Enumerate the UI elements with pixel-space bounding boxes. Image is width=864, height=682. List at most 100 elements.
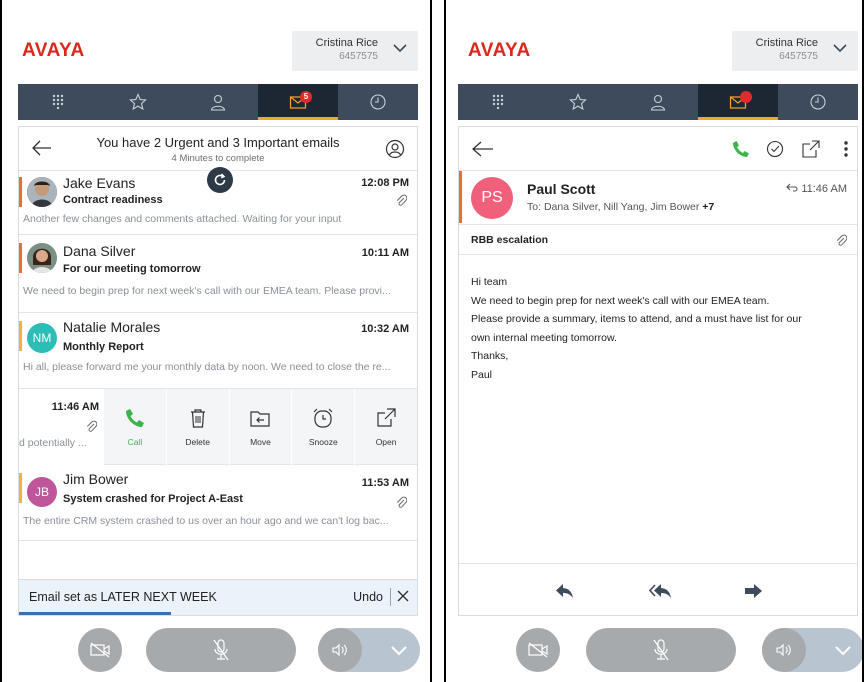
email-item[interactable]: Dana Silver For our meeting tomorrow 10:…: [19, 235, 417, 313]
user-selector[interactable]: Cristina Rice 6457575: [732, 31, 858, 71]
inbox-screen: AVAYA Cristina Rice 6457575 5 You have 2…: [0, 0, 432, 682]
delete-button[interactable]: Delete: [165, 389, 229, 465]
reply-all-icon[interactable]: [649, 582, 673, 600]
email-time: 11:46 AM: [51, 401, 99, 413]
tab-history[interactable]: [778, 84, 858, 120]
trash-icon: [190, 409, 205, 428]
video-toggle-button[interactable]: [78, 628, 122, 672]
email-time: 11:53 AM: [361, 477, 409, 489]
email-item[interactable]: NM Natalie Morales Monthly Report 10:32 …: [19, 313, 417, 389]
attachment-icon: [396, 496, 407, 508]
more-options-icon[interactable]: [841, 139, 851, 159]
phone-icon[interactable]: [731, 139, 751, 159]
toast-progress-bar: [19, 612, 171, 615]
email-preview: d potentially ...: [19, 437, 87, 449]
user-extension: 6457575: [339, 51, 378, 62]
call-button[interactable]: Call: [103, 389, 166, 465]
unread-badge: 5: [300, 91, 312, 103]
call-label: Call: [127, 437, 143, 447]
recipients-line[interactable]: To: Dana Silver, Nill Yang, Jim Bower +7: [527, 201, 714, 213]
video-off-icon: [90, 642, 110, 658]
tab-contacts[interactable]: [618, 84, 698, 120]
email-sender: Jim Bower: [63, 471, 129, 487]
avatar: NM: [27, 323, 57, 353]
message-toolbar: [459, 127, 857, 171]
clock-icon: [810, 94, 826, 110]
user-name: Cristina Rice: [755, 37, 818, 49]
open-button[interactable]: Open: [354, 389, 417, 465]
audio-output-control[interactable]: [318, 628, 420, 672]
star-icon: [129, 93, 147, 111]
email-preview: Another few changes and comments attache…: [23, 213, 342, 225]
tab-history[interactable]: [338, 84, 418, 120]
main-tab-bar: 5: [18, 84, 418, 120]
user-selector[interactable]: Cristina Rice 6457575: [292, 31, 418, 71]
avatar: PS: [471, 177, 513, 219]
email-sender: Natalie Morales: [63, 319, 161, 335]
reply-actions: [459, 563, 857, 615]
swipe-actions: Call Delete Move Snooze Open: [103, 389, 417, 465]
avatar: JB: [27, 477, 57, 507]
move-button[interactable]: Move: [228, 389, 292, 465]
avaya-logo: AVAYA: [468, 40, 531, 61]
speaker-button[interactable]: [318, 628, 362, 672]
mark-done-icon[interactable]: [765, 139, 785, 159]
mic-off-icon: [213, 639, 229, 661]
recipients: Dana Silver, Nill Yang, Jim Bower: [543, 201, 700, 213]
urgent-indicator: [459, 171, 462, 223]
urgent-indicator: [19, 177, 22, 207]
tab-favorites[interactable]: [98, 84, 178, 120]
reply-icon[interactable]: [555, 582, 575, 600]
email-sender: Jake Evans: [63, 175, 136, 191]
video-toggle-button[interactable]: [516, 628, 560, 672]
email-time: 12:08 PM: [361, 177, 409, 189]
message-sender[interactable]: Paul Scott: [527, 181, 595, 197]
swiped-email-item[interactable]: 11:46 AM d potentially ... Call Delete M…: [19, 389, 417, 465]
speaker-button[interactable]: [762, 628, 806, 672]
refresh-button[interactable]: [207, 167, 233, 193]
body-line: We need to begin prep for next week's ca…: [471, 294, 770, 307]
tab-favorites[interactable]: [538, 84, 618, 120]
open-external-icon: [377, 408, 396, 427]
toast-message: Email set as LATER NEXT WEEK: [29, 590, 217, 604]
inbox-header: You have 2 Urgent and 3 Important emails…: [19, 127, 417, 171]
email-preview: The entire CRM system crashed to us over…: [23, 515, 389, 527]
swiped-email-content[interactable]: 11:46 AM d potentially ...: [19, 389, 103, 465]
important-indicator: [19, 473, 22, 503]
attachment-icon[interactable]: [835, 233, 847, 247]
mute-button[interactable]: [586, 628, 736, 672]
audio-output-control[interactable]: [762, 628, 862, 672]
more-recipients[interactable]: +7: [702, 201, 714, 213]
speaker-icon: [776, 643, 791, 657]
tab-messages[interactable]: [698, 84, 778, 120]
back-arrow-icon[interactable]: [471, 139, 495, 159]
mute-button[interactable]: [146, 628, 296, 672]
tab-messages[interactable]: 5: [258, 84, 338, 120]
urgent-indicator: [19, 243, 22, 273]
attachment-icon: [86, 420, 97, 432]
close-icon[interactable]: [397, 590, 409, 602]
tab-contacts[interactable]: [178, 84, 258, 120]
body-line: Hi team: [471, 276, 508, 288]
forward-icon[interactable]: [743, 582, 763, 600]
tab-dialpad[interactable]: [18, 84, 98, 120]
profile-icon[interactable]: [385, 139, 405, 159]
email-subject: Monthly Report: [63, 341, 144, 353]
star-icon: [569, 93, 587, 111]
open-external-icon[interactable]: [801, 139, 821, 159]
tab-dialpad[interactable]: [458, 84, 538, 120]
refresh-icon: [214, 173, 226, 186]
delete-label: Delete: [185, 437, 210, 447]
undo-button[interactable]: Undo: [353, 590, 383, 604]
email-item[interactable]: JB Jim Bower System crashed for Project …: [19, 465, 417, 541]
dialpad-icon: [492, 94, 504, 110]
chevron-down-icon: [391, 646, 407, 656]
email-time: 10:32 AM: [361, 323, 409, 335]
main-tab-bar: [458, 84, 858, 120]
chevron-down-icon: [393, 44, 407, 53]
email-reading-pane: PS Paul Scott To: Dana Silver, Nill Yang…: [458, 126, 858, 616]
clock-icon: [370, 94, 386, 110]
subject-row: RBB escalation: [459, 225, 857, 255]
email-sender: Dana Silver: [63, 243, 136, 259]
snooze-button[interactable]: Snooze: [291, 389, 354, 465]
